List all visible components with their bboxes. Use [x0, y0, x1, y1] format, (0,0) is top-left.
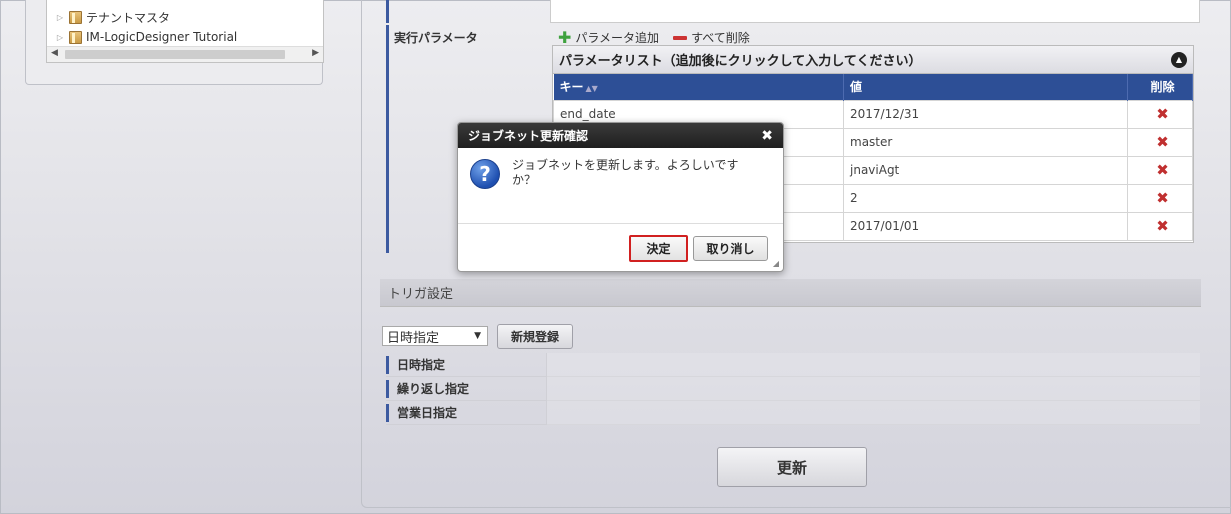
dialog-titlebar: ジョブネット更新確認 ✖ [458, 123, 783, 148]
previous-field [550, 0, 1200, 23]
delete-all-button[interactable]: すべて削除 [673, 29, 750, 46]
tree-view: ▷ テナントマスタ ▷ IM-LogicDesigner Tutorial ◀ … [46, 0, 324, 63]
trigger-section-title: トリガ設定 [380, 279, 1201, 307]
column-header-value: 値 [843, 74, 1128, 100]
column-header-delete: 削除 [1127, 74, 1193, 100]
delete-row-icon[interactable]: ✖ [1127, 127, 1193, 157]
sort-icon[interactable]: ▲▼ [586, 84, 598, 93]
delete-row-icon[interactable]: ✖ [1127, 211, 1193, 241]
dialog-footer: 決定 取り消し ◢ [458, 224, 783, 271]
window-frame: ▷ テナントマスタ ▷ IM-LogicDesigner Tutorial ◀ … [0, 0, 1231, 514]
expand-arrow-icon[interactable]: ▷ [55, 33, 65, 42]
scroll-right-icon[interactable]: ▶ [312, 48, 319, 58]
scroll-left-icon[interactable]: ◀ [51, 48, 58, 58]
tree-item-logicdesigner-tutorial[interactable]: ▷ IM-LogicDesigner Tutorial [55, 28, 237, 46]
trigger-type-select[interactable]: 日時指定 ▼ [382, 326, 488, 346]
param-value-cell[interactable]: 2017/12/31 [843, 99, 1128, 129]
cancel-button[interactable]: 取り消し [693, 236, 768, 261]
trigger-row-value [546, 400, 1200, 425]
column-header-key[interactable]: キー ▲▼ [553, 74, 844, 100]
question-icon: ? [470, 159, 500, 189]
param-value-cell[interactable]: 2 [843, 183, 1128, 213]
close-icon[interactable]: ✖ [761, 128, 773, 144]
expand-arrow-icon[interactable]: ▷ [55, 13, 65, 22]
confirm-dialog: ジョブネット更新確認 ✖ ? ジョブネットを更新します。よろしいですか？ 決定 … [457, 122, 784, 272]
new-register-button[interactable]: 新規登録 [497, 324, 573, 349]
horizontal-scrollbar[interactable]: ◀ ▶ [47, 46, 323, 62]
trigger-row-label: 繰り返し指定 [386, 379, 546, 398]
param-list-title: パラメータリスト（追加後にクリックして入力してください） [559, 54, 922, 69]
column-key-label: キー [559, 80, 584, 95]
delete-row-icon[interactable]: ✖ [1127, 183, 1193, 213]
tree-item-tenant-master[interactable]: ▷ テナントマスタ [55, 8, 170, 26]
trigger-row-repeat: 繰り返し指定 [386, 376, 1200, 401]
add-param-button[interactable]: ✚ パラメータ追加 [558, 29, 659, 46]
param-value-cell[interactable]: 2017/01/01 [843, 211, 1128, 241]
trigger-row-value [546, 352, 1200, 377]
delete-row-icon[interactable]: ✖ [1127, 155, 1193, 185]
delete-all-label: すべて削除 [691, 31, 750, 45]
trigger-row-value [546, 376, 1200, 401]
folder-icon [69, 10, 82, 24]
delete-row-icon[interactable]: ✖ [1127, 99, 1193, 129]
dialog-message: ジョブネットを更新します。よろしいですか？ [512, 158, 739, 187]
tree-panel: ▷ テナントマスタ ▷ IM-LogicDesigner Tutorial ◀ … [25, 0, 324, 85]
trigger-row-label: 営業日指定 [386, 403, 546, 422]
field-marker [386, 0, 389, 23]
add-param-label: パラメータ追加 [575, 31, 660, 45]
minus-icon [673, 35, 688, 40]
ok-button[interactable]: 決定 [629, 235, 688, 262]
trigger-row-business-day: 営業日指定 [386, 400, 1200, 425]
update-button[interactable]: 更新 [717, 447, 867, 487]
scrollbar-thumb[interactable] [65, 50, 285, 59]
param-value-cell[interactable]: jnaviAgt [843, 155, 1128, 185]
field-marker [386, 25, 389, 253]
dialog-title: ジョブネット更新確認 [468, 129, 589, 143]
param-list-header: パラメータリスト（追加後にクリックして入力してください） ▲ [553, 46, 1193, 74]
param-actions: ✚ パラメータ追加 すべて削除 [558, 29, 750, 46]
tree-item-label: IM-LogicDesigner Tutorial [86, 30, 238, 44]
plus-icon: ✚ [558, 27, 572, 47]
trigger-row-datetime: 日時指定 [386, 352, 1200, 377]
dialog-body: ? ジョブネットを更新します。よろしいですか？ [458, 148, 783, 224]
trigger-row-label: 日時指定 [386, 355, 546, 374]
collapse-icon[interactable]: ▲ [1171, 51, 1187, 68]
folder-icon [69, 30, 82, 44]
chevron-down-icon: ▼ [474, 331, 481, 341]
tree-item-label: テナントマスタ [86, 10, 171, 25]
resize-handle-icon[interactable]: ◢ [773, 259, 779, 268]
param-value-cell[interactable]: master [843, 127, 1128, 157]
exec-params-label: 実行パラメータ [394, 31, 478, 45]
trigger-type-value: 日時指定 [387, 330, 440, 346]
